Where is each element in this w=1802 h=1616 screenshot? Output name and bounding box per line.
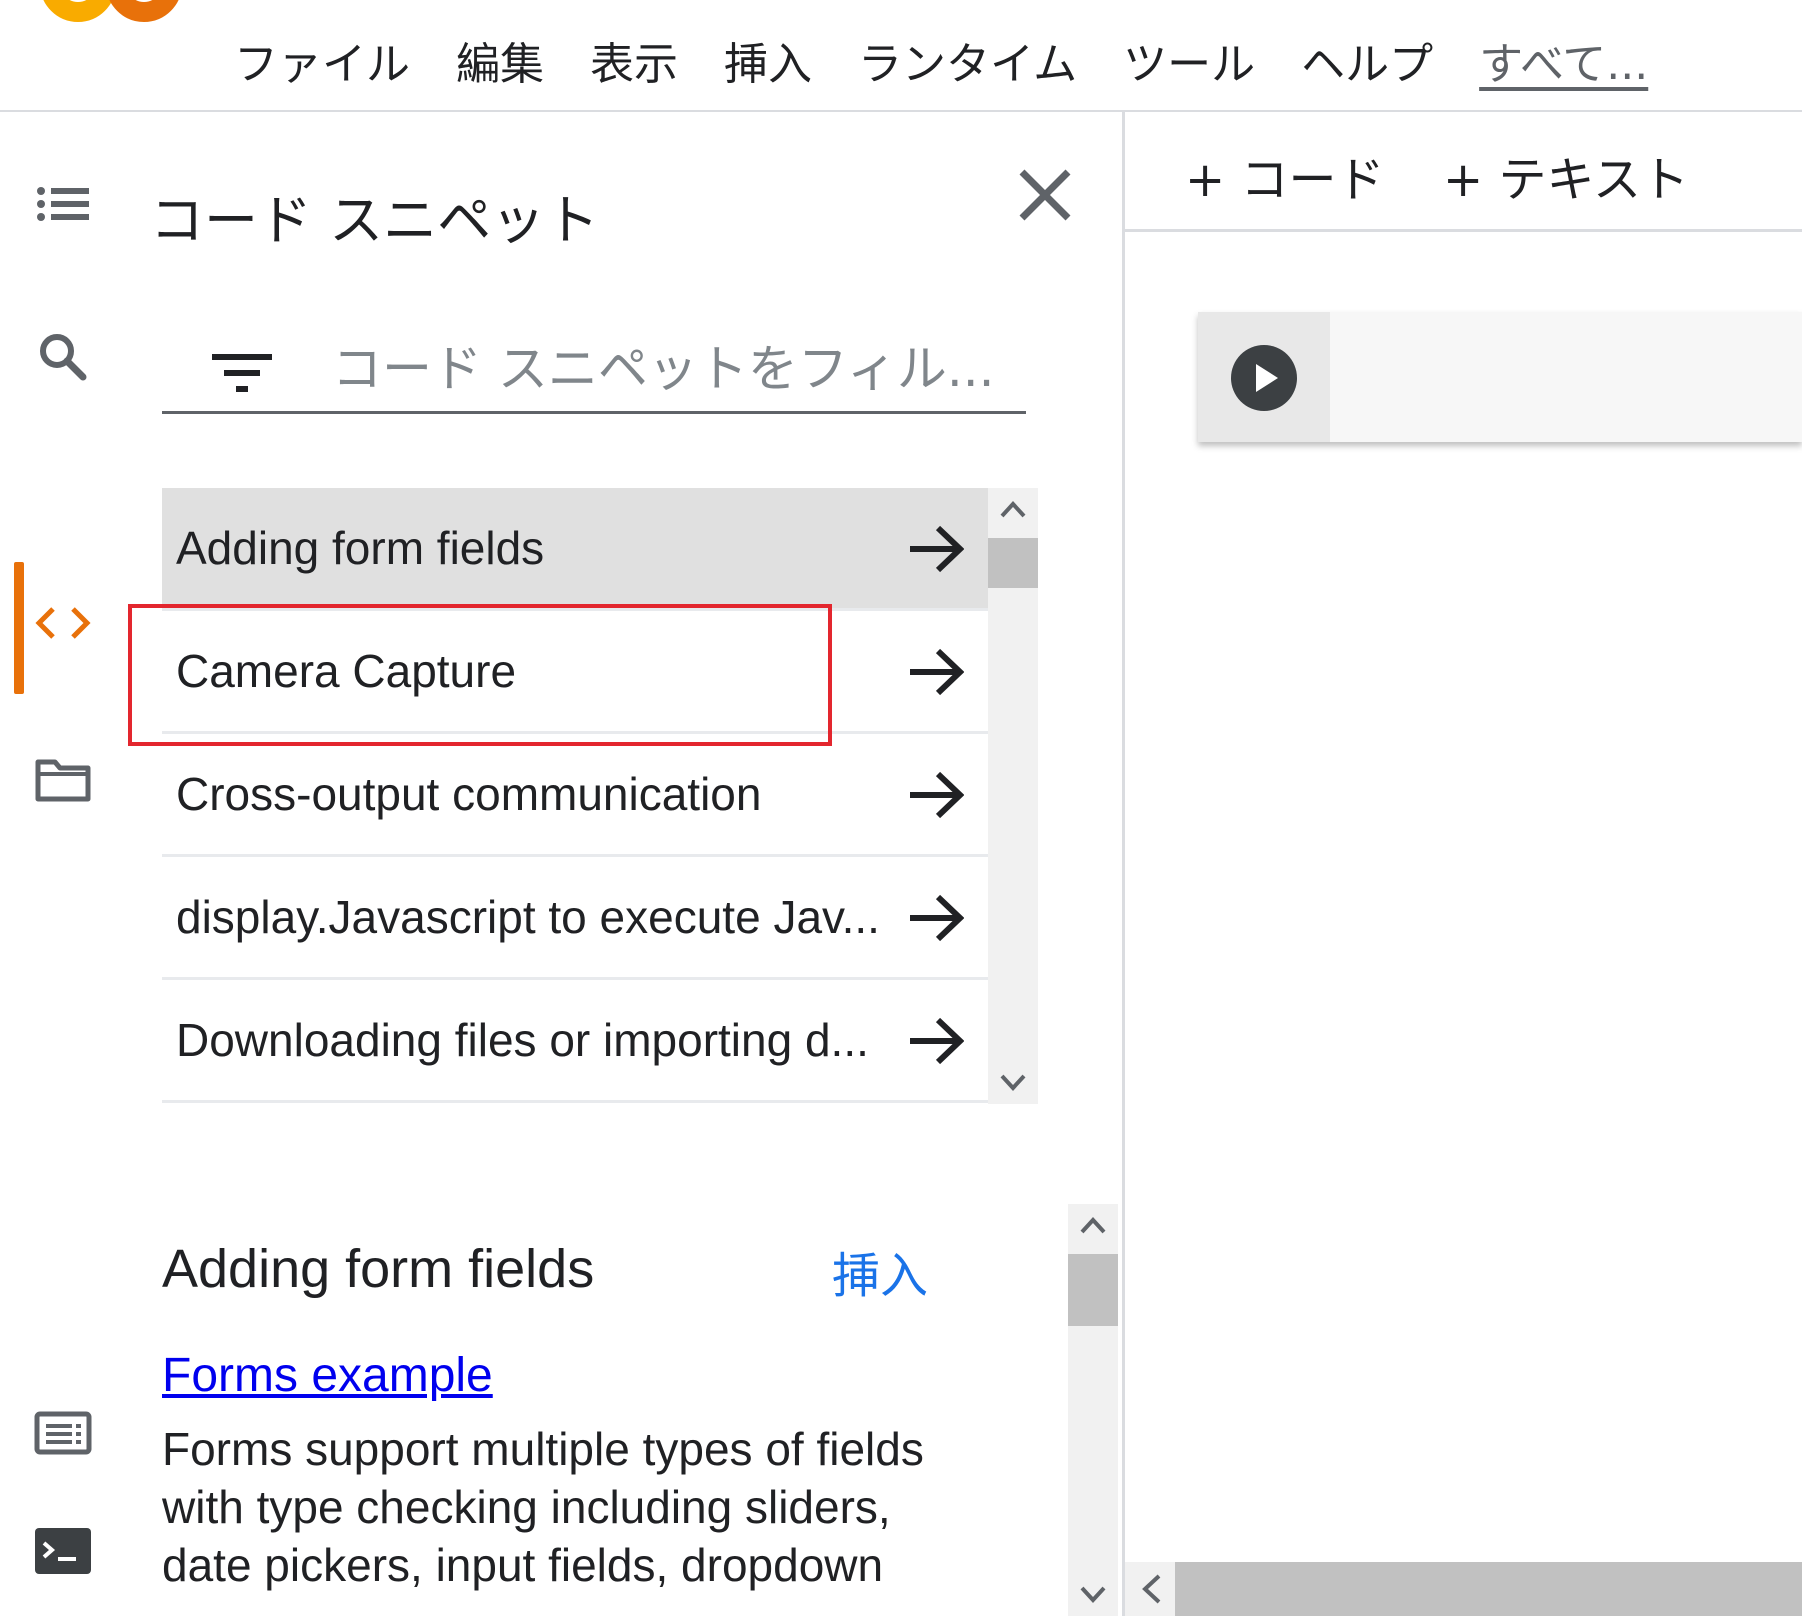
list-item[interactable]: Cross-output communication	[162, 734, 988, 857]
folder-icon[interactable]	[30, 746, 96, 812]
close-icon	[1019, 169, 1071, 221]
menu-all-changes[interactable]: すべて...	[1479, 28, 1648, 92]
list-item[interactable]: display.Javascript to execute Jav...	[162, 857, 988, 980]
left-icon-rail	[0, 112, 130, 1616]
search-icon[interactable]	[30, 324, 96, 390]
snippet-filter-input[interactable]	[330, 336, 1020, 402]
insert-button[interactable]: 挿入	[832, 1236, 928, 1306]
arrow-right-icon[interactable]	[908, 770, 964, 820]
snippet-label: Downloading files or importing d...	[176, 1014, 869, 1066]
snippet-label: display.Javascript to execute Jav...	[176, 891, 880, 943]
toc-icon[interactable]	[30, 174, 96, 240]
rail-active-indicator	[14, 562, 24, 694]
snippet-label: Camera Capture	[176, 645, 517, 697]
menu-insert[interactable]: 挿入	[724, 28, 812, 92]
scrollbar-thumb[interactable]	[988, 538, 1038, 588]
cell-gutter	[1198, 312, 1330, 442]
run-cell-icon[interactable]	[1230, 344, 1298, 412]
snippet-filter	[162, 330, 1026, 414]
notebook-toolbar: + コード + テキスト	[1125, 112, 1802, 232]
snippet-label: Adding form fields	[176, 522, 545, 574]
menu-view[interactable]: 表示	[590, 28, 678, 92]
close-panel-button[interactable]	[1010, 160, 1080, 230]
snippet-detail: Adding form fields 挿入 Forms example Form…	[162, 1200, 1062, 1616]
detail-title: Adding form fields	[162, 1239, 595, 1299]
command-palette-icon[interactable]	[30, 1400, 96, 1466]
scrollbar-thumb[interactable]	[1175, 1562, 1802, 1616]
panel-title: コード スニペット	[150, 189, 600, 252]
code-icon[interactable]	[30, 590, 96, 656]
top-menu-bar: ファイル 編集 表示 挿入 ランタイム ツール ヘルプ すべて...	[0, 0, 1802, 112]
colab-logo	[43, 0, 179, 22]
menu-help[interactable]: ヘルプ	[1301, 28, 1433, 92]
scrollbar-thumb[interactable]	[1068, 1254, 1118, 1326]
code-cell[interactable]	[1198, 312, 1802, 442]
main-menu: ファイル 編集 表示 挿入 ランタイム ツール ヘルプ すべて...	[234, 30, 1694, 90]
filter-icon[interactable]	[210, 350, 274, 400]
list-item[interactable]: Camera Capture	[162, 611, 988, 734]
snippet-list-scrollbar[interactable]	[988, 488, 1038, 1104]
arrow-right-icon[interactable]	[908, 647, 964, 697]
chevron-up-icon[interactable]	[1000, 500, 1026, 518]
panel-divider[interactable]	[1122, 112, 1125, 1616]
snippet-list: Adding form fields Camera Capture Cross-…	[162, 488, 988, 1104]
chevron-down-icon[interactable]	[1000, 1074, 1026, 1092]
detail-scrollbar[interactable]	[1068, 1204, 1118, 1616]
menu-tools[interactable]: ツール	[1123, 28, 1255, 92]
horizontal-scrollbar[interactable]	[1125, 1562, 1802, 1616]
detail-description: Forms support multiple types of fields w…	[162, 1423, 924, 1591]
list-item[interactable]: Adding form fields	[162, 488, 988, 611]
forms-example-link[interactable]: Forms example	[162, 1348, 493, 1403]
arrow-right-icon[interactable]	[908, 1016, 964, 1066]
arrow-right-icon[interactable]	[908, 893, 964, 943]
menu-file[interactable]: ファイル	[234, 28, 410, 92]
list-item[interactable]: Downloading files or importing d...	[162, 980, 988, 1103]
chevron-down-icon[interactable]	[1080, 1586, 1106, 1604]
menu-runtime[interactable]: ランタイム	[858, 28, 1077, 92]
menu-edit[interactable]: 編集	[456, 28, 544, 92]
add-text-button[interactable]: + テキスト	[1443, 140, 1689, 210]
terminal-icon[interactable]	[30, 1518, 96, 1584]
arrow-right-icon[interactable]	[908, 524, 964, 574]
chevron-up-icon[interactable]	[1080, 1216, 1106, 1234]
chevron-left-icon[interactable]	[1137, 1572, 1167, 1606]
snippet-label: Cross-output communication	[176, 768, 762, 820]
add-code-button[interactable]: + コード	[1185, 140, 1384, 210]
